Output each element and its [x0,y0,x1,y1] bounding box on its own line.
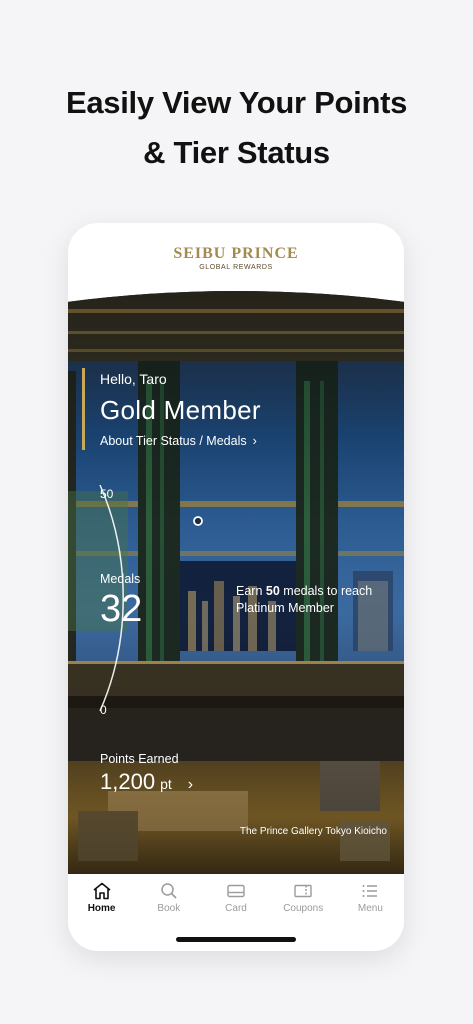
phone-frame: SEIBU PRINCE GLOBAL REWARDS Hello, Taro … [68,223,404,951]
search-icon [161,883,177,899]
headline-line-2: & Tier Status [143,135,330,170]
headline-line-1: Easily View Your Points [65,85,408,120]
about-tier-link-label: About Tier Status / Medals [100,434,247,448]
tab-book-label: Book [157,903,181,914]
chevron-right-icon: › [187,776,194,793]
tier-status: Gold Member [100,395,261,425]
bottom-tab-bar: Home Book Card Coupons Menu [68,874,404,924]
home-icon [93,882,111,900]
points-earned-label: Points Earned [100,752,179,766]
gauge-min-label: 0 [100,703,107,717]
gauge-progress-marker [193,516,203,526]
gauge-max-label: 50 [100,487,114,501]
earn-number: 50 [265,584,280,598]
photo-caption: The Prince Gallery Tokyo Kioicho [239,826,387,837]
medals-to-next-tier-message: Earn 50 medals to reach Platinum Member [236,583,396,617]
about-tier-link[interactable]: About Tier Status / Medals › [100,434,257,448]
card-icon [227,884,245,898]
medals-label: Medals [100,572,141,586]
tab-card-label: Card [225,903,247,914]
earn-prefix: Earn [236,584,263,598]
brand-name: SEIBU PRINCE [173,245,299,262]
tab-coupons[interactable]: Coupons [270,874,337,924]
menu-icon [362,885,378,897]
tab-home-label: Home [87,903,116,914]
tab-menu[interactable]: Menu [337,874,404,924]
tab-coupons-label: Coupons [283,903,324,914]
hero-card: Hello, Taro Gold Member About Tier Statu… [68,291,404,874]
tab-menu-label: Menu [357,903,383,914]
greeting: Hello, Taro [100,371,167,387]
tier-accent-bar [82,368,85,450]
points-earned-link[interactable]: 1,200 pt › [100,769,193,795]
tab-book[interactable]: Book [135,874,202,924]
tab-card[interactable]: Card [202,874,269,924]
chevron-right-icon: › [252,434,257,448]
brand-logo: SEIBU PRINCE GLOBAL REWARDS [68,245,404,272]
tab-home[interactable]: Home [68,874,135,924]
points-unit: pt [160,776,172,792]
points-value: 1,200 [100,769,156,794]
coupon-icon [294,884,312,898]
home-indicator[interactable] [176,937,296,942]
medals-value: 32 [100,588,143,630]
headline: Easily View Your Points & Tier Status [0,78,473,178]
brand-tagline: GLOBAL REWARDS [199,264,273,271]
